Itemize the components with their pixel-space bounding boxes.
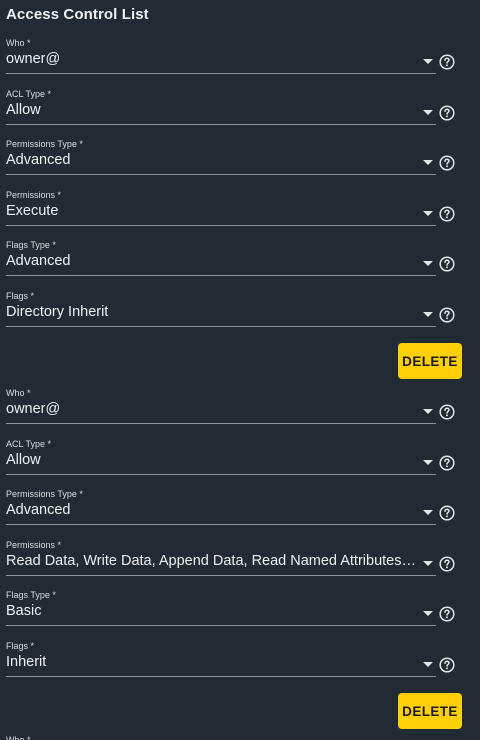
- permissions-value[interactable]: Read Data, Write Data, Append Data, Read…: [6, 553, 416, 569]
- help-icon[interactable]: [439, 54, 455, 70]
- help-icon[interactable]: [439, 455, 455, 471]
- flags-type-value[interactable]: Advanced: [6, 253, 416, 269]
- help-icon[interactable]: [439, 505, 455, 521]
- who-label: Who *: [6, 388, 31, 398]
- field-underline: [6, 676, 436, 677]
- acl-type-label: ACL Type *: [6, 439, 52, 449]
- select-acl-type[interactable]: ACL Type * Allow: [6, 439, 436, 483]
- select-permissions[interactable]: Permissions * Execute: [6, 190, 436, 234]
- acl-panel: Access Control List Who * owner@ ACL Type …: [0, 0, 480, 740]
- field-underline: [6, 225, 436, 226]
- field-underline: [6, 625, 436, 626]
- select-flags[interactable]: Flags * Directory Inherit: [6, 291, 436, 335]
- field-underline: [6, 174, 436, 175]
- select-flags-type[interactable]: Flags Type * Advanced: [6, 240, 436, 284]
- acl-type-label: ACL Type *: [6, 89, 52, 99]
- field-underline: [6, 474, 436, 475]
- flags-type-value[interactable]: Basic: [6, 603, 416, 619]
- help-icon[interactable]: [439, 606, 455, 622]
- select-who[interactable]: Who * owner@: [6, 38, 436, 82]
- who-value[interactable]: owner@: [6, 401, 416, 417]
- permissions-type-value[interactable]: Advanced: [6, 502, 416, 518]
- dropdown-arrow-icon[interactable]: [423, 211, 433, 216]
- help-icon[interactable]: [439, 105, 455, 121]
- permissions-type-label: Permissions Type *: [6, 139, 83, 149]
- who-label: Who *: [6, 38, 31, 48]
- acl-type-value[interactable]: Allow: [6, 102, 416, 118]
- help-icon[interactable]: [439, 155, 455, 171]
- who-value[interactable]: owner@: [6, 51, 416, 67]
- help-icon[interactable]: [439, 657, 455, 673]
- select-acl-type[interactable]: ACL Type * Allow: [6, 89, 436, 133]
- dropdown-arrow-icon[interactable]: [423, 460, 433, 465]
- delete-button[interactable]: DELETE: [398, 693, 462, 729]
- dropdown-arrow-icon[interactable]: [423, 409, 433, 414]
- dropdown-arrow-icon[interactable]: [423, 611, 433, 616]
- help-icon[interactable]: [439, 404, 455, 420]
- flags-type-label: Flags Type *: [6, 240, 56, 250]
- select-who[interactable]: Who * owner@: [6, 388, 436, 432]
- field-underline: [6, 524, 436, 525]
- permissions-label: Permissions *: [6, 540, 62, 550]
- section-title: Access Control List: [6, 6, 149, 23]
- field-underline: [6, 575, 436, 576]
- help-icon[interactable]: [439, 256, 455, 272]
- field-underline: [6, 73, 436, 74]
- dropdown-arrow-icon[interactable]: [423, 261, 433, 266]
- dropdown-arrow-icon[interactable]: [423, 110, 433, 115]
- dropdown-arrow-icon[interactable]: [423, 662, 433, 667]
- flags-value[interactable]: Inherit: [6, 654, 416, 670]
- permissions-value[interactable]: Execute: [6, 203, 416, 219]
- field-underline: [6, 326, 436, 327]
- select-permissions-type[interactable]: Permissions Type * Advanced: [6, 139, 436, 183]
- help-icon[interactable]: [439, 556, 455, 572]
- dropdown-arrow-icon[interactable]: [423, 510, 433, 515]
- select-permissions[interactable]: Permissions * Read Data, Write Data, Appe…: [6, 540, 436, 584]
- dropdown-arrow-icon[interactable]: [423, 312, 433, 317]
- flags-label: Flags *: [6, 291, 35, 301]
- select-permissions-type[interactable]: Permissions Type * Advanced: [6, 489, 436, 533]
- help-icon[interactable]: [439, 206, 455, 222]
- dropdown-arrow-icon[interactable]: [423, 561, 433, 566]
- flags-type-label: Flags Type *: [6, 590, 56, 600]
- field-underline: [6, 124, 436, 125]
- delete-button[interactable]: DELETE: [398, 343, 462, 379]
- permissions-type-label: Permissions Type *: [6, 489, 83, 499]
- acl-type-value[interactable]: Allow: [6, 452, 416, 468]
- permissions-label: Permissions *: [6, 190, 62, 200]
- help-icon[interactable]: [439, 307, 455, 323]
- select-flags[interactable]: Flags * Inherit: [6, 641, 436, 685]
- dropdown-arrow-icon[interactable]: [423, 59, 433, 64]
- permissions-type-value[interactable]: Advanced: [6, 152, 416, 168]
- next-who-label: Who *: [6, 735, 31, 740]
- field-underline: [6, 423, 436, 424]
- dropdown-arrow-icon[interactable]: [423, 160, 433, 165]
- select-flags-type[interactable]: Flags Type * Basic: [6, 590, 436, 634]
- field-underline: [6, 275, 436, 276]
- flags-label: Flags *: [6, 641, 35, 651]
- flags-value[interactable]: Directory Inherit: [6, 304, 416, 320]
